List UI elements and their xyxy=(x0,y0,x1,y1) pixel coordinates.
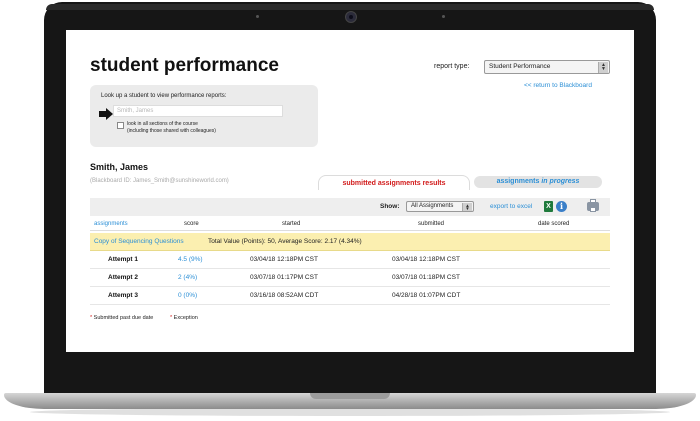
tab-inactive-emphasis: in progress xyxy=(541,178,580,185)
attempt-name: Attempt 2 xyxy=(108,274,138,281)
assignment-name-link[interactable]: Copy of Sequencing Questions xyxy=(94,238,184,245)
legend-exception-text: Exception xyxy=(173,315,198,321)
attempt-submitted: 04/28/18 01:07PM CDT xyxy=(392,292,461,299)
student-search-input[interactable]: Smith, James xyxy=(113,105,283,117)
column-header-submitted: submitted xyxy=(418,221,445,227)
tab-assignments-in-progress[interactable]: assignments in progress xyxy=(474,176,602,188)
attempt-submitted: 03/07/18 01:18PM CST xyxy=(392,274,460,281)
laptop-shadow xyxy=(30,408,670,416)
assignment-group-row: Copy of Sequencing Questions Total Value… xyxy=(90,233,610,251)
export-to-excel-link[interactable]: export to excel xyxy=(490,203,532,210)
column-header-date-scored: date scored xyxy=(538,221,570,227)
bezel-sensor-dot xyxy=(442,15,445,18)
assignment-summary: Total Value (Points): 50, Average Score:… xyxy=(208,238,362,245)
attempt-started: 03/07/18 01:17PM CST xyxy=(250,274,318,281)
page-title: student performance xyxy=(90,55,279,76)
select-arrows-icon: ▲ ▼ xyxy=(462,203,472,211)
camera-icon xyxy=(345,11,357,23)
tab-submitted-results[interactable]: submitted assignments results xyxy=(318,175,470,190)
report-type-label: report type: xyxy=(434,63,470,70)
app-screen: student performance report type: Student… xyxy=(66,30,634,352)
legend-star: * xyxy=(90,315,93,321)
column-header-score: score xyxy=(184,221,199,227)
lookup-label: Look up a student to view performance re… xyxy=(101,93,227,99)
student-lookup-panel: Look up a student to view performance re… xyxy=(90,85,318,147)
checkbox-label-line1: look in all sections of the course xyxy=(127,121,198,127)
attempt-name: Attempt 1 xyxy=(108,256,138,263)
attempt-started: 03/16/18 08:52AM CDT xyxy=(250,292,319,299)
show-filter-value: All Assignments xyxy=(411,203,454,209)
bezel-sensor-dot xyxy=(256,15,259,18)
attempt-started: 03/04/18 12:18PM CST xyxy=(250,256,318,263)
attempt-score-link[interactable]: 4.5 (9%) xyxy=(178,256,203,263)
attempt-name: Attempt 3 xyxy=(108,292,138,299)
attempt-score-link[interactable]: 2 (4%) xyxy=(178,274,197,281)
legend-past-due-text: Submitted past due date xyxy=(93,315,154,321)
laptop-notch xyxy=(310,393,390,399)
table-row: Attempt 1 4.5 (9%) 03/04/18 12:18PM CST … xyxy=(90,251,610,269)
legend-exception: * Exception xyxy=(170,315,198,321)
legend-star: * xyxy=(170,315,173,321)
report-type-value: Student Performance xyxy=(489,63,551,70)
return-to-blackboard-link[interactable]: << return to Blackboard xyxy=(524,82,592,89)
column-header-started: started xyxy=(282,221,301,227)
legend-past-due: * Submitted past due date xyxy=(90,315,153,321)
results-toolbar: Show: All Assignments ▲ ▼ export to excel… xyxy=(90,198,610,216)
student-blackboard-id: (Blackboard ID: James_Smith@sunshineworl… xyxy=(90,178,229,184)
tab-inactive-prefix: assignments xyxy=(496,178,540,185)
header-divider xyxy=(90,230,610,231)
bezel-highlight xyxy=(46,4,654,10)
student-name: Smith, James xyxy=(90,162,149,172)
info-icon[interactable]: i xyxy=(556,201,567,212)
checkbox-label-line2: (including those shared with colleagues) xyxy=(127,128,216,134)
attempt-score-link[interactable]: 0 (0%) xyxy=(178,292,197,299)
report-type-select[interactable]: Student Performance ▲ ▼ xyxy=(484,60,610,74)
all-sections-checkbox[interactable] xyxy=(117,122,124,129)
select-arrows-icon: ▲ ▼ xyxy=(598,62,608,73)
table-row: Attempt 3 0 (0%) 03/16/18 08:52AM CDT 04… xyxy=(90,287,610,305)
print-icon[interactable] xyxy=(587,199,599,212)
table-row: Attempt 2 2 (4%) 03/07/18 01:17PM CST 03… xyxy=(90,269,610,287)
all-sections-checkbox-label: look in all sections of the course (incl… xyxy=(127,121,216,135)
show-filter-select[interactable]: All Assignments ▲ ▼ xyxy=(406,201,474,212)
attempt-submitted: 03/04/18 12:18PM CST xyxy=(392,256,460,263)
column-header-assignments[interactable]: assignments xyxy=(94,221,128,227)
show-label: Show: xyxy=(380,203,400,210)
excel-icon[interactable]: X xyxy=(544,201,553,212)
